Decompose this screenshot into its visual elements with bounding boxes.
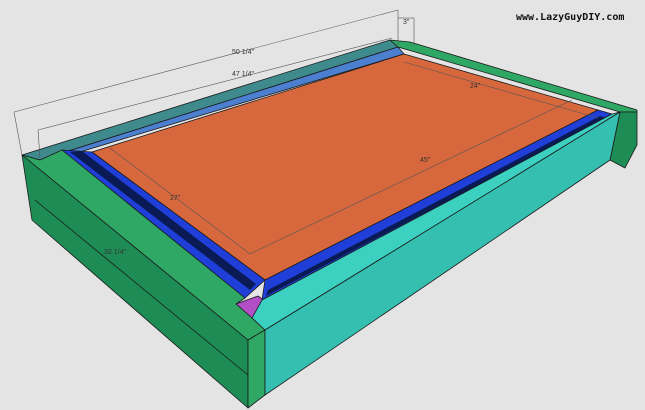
overall-length-ext-left: [13, 111, 23, 156]
panel-short-label: 24": [470, 83, 481, 90]
platform-bed-diagram: 50 1/4" 47 1/4" 3" 24" 45" 27" 32 1/4" w…: [13, 9, 638, 409]
panel-long-label: 45": [420, 157, 431, 164]
site-credit: www.LazyGuyDIY.com: [516, 12, 624, 23]
inner-length-label: 47 1/4": [232, 71, 254, 78]
panel-width-label: 27": [170, 195, 181, 202]
overall-width-label: 32 1/4": [104, 249, 126, 256]
drawing-canvas: 50 1/4" 47 1/4" 3" 24" 45" 27" 32 1/4" w…: [0, 0, 645, 410]
overall-length-label: 50 1/4": [232, 49, 254, 56]
front-end-board-face: [247, 329, 266, 409]
board-width-label: 3": [403, 19, 410, 26]
